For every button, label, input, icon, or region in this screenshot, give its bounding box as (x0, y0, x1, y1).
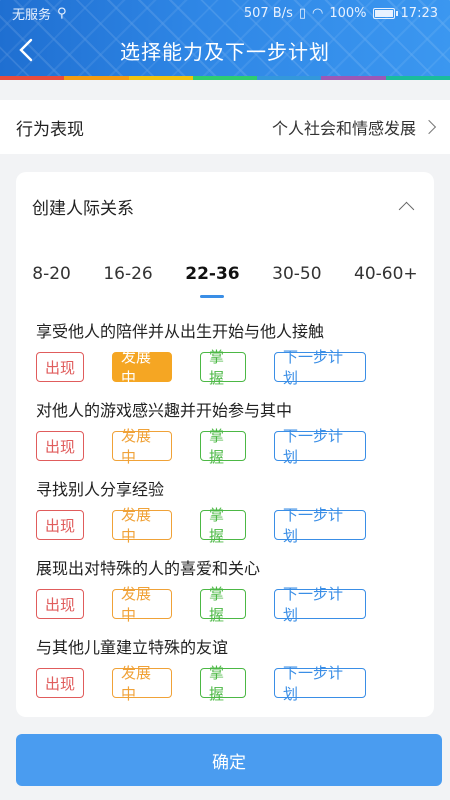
next-button[interactable]: 下一步计划 (274, 348, 366, 387)
battery-text: 100% (329, 5, 367, 21)
ability-text: 寻找别人分享经验 (36, 480, 165, 499)
card-title: 创建人际关系 (32, 199, 134, 219)
chevron-right-icon (421, 119, 437, 135)
developing-button[interactable]: 发展中 (112, 348, 172, 387)
status-button-row: 出现 发展中 掌握 下一步计划 (36, 506, 416, 545)
ability-text: 享受他人的陪伴并从出生开始与他人接触 (36, 322, 325, 341)
emerge-button[interactable]: 出现 (36, 352, 84, 382)
list-item: 与其他儿童建立特殊的友谊出现 发展中 掌握 下一步计划 (36, 638, 416, 717)
emerge-button[interactable]: 出现 (36, 668, 84, 698)
master-button[interactable]: 掌握 (200, 427, 246, 466)
confirm-button[interactable]: 确定 (16, 734, 442, 786)
ability-text: 与其他儿童建立特殊的友谊 (36, 638, 229, 657)
developing-button[interactable]: 发展中 (112, 427, 172, 466)
chevron-left-icon (19, 38, 33, 62)
master-button[interactable]: 掌握 (200, 585, 246, 624)
emerge-button[interactable]: 出现 (36, 431, 84, 461)
age-tabs: 8-20 16-26 22-36 30-50 40-60+ (16, 260, 434, 304)
card-header[interactable]: 创建人际关系 (32, 194, 418, 219)
status-button-row: 出现 发展中 掌握 下一步计划 (36, 585, 416, 624)
app-header: 无服务 ⚲ 507 B/s ▯ ◠ 100% 17:23 选择能力及下一步计划 (0, 0, 450, 80)
developing-button[interactable]: 发展中 (112, 585, 172, 624)
chevron-up-icon[interactable] (398, 201, 415, 218)
status-button-row: 出现 发展中 掌握 下一步计划 (36, 427, 416, 466)
ability-text: 展现出对特殊的人的喜爱和关心 (36, 559, 261, 578)
master-button[interactable]: 掌握 (200, 506, 246, 545)
emerge-button[interactable]: 出现 (36, 510, 84, 540)
status-button-row: 出现 发展中 掌握 下一步计划 (36, 664, 416, 703)
tab-age-4[interactable]: 40-60+ (348, 260, 424, 288)
master-button[interactable]: 掌握 (200, 664, 246, 703)
tab-age-2[interactable]: 22-36 (179, 260, 245, 288)
nav-bar: 选择能力及下一步计划 (0, 26, 450, 74)
ability-text: 对他人的游戏感兴趣并开始参与其中 (36, 401, 293, 420)
behavior-value: 个人社会和情感发展 (271, 119, 416, 138)
behavior-label: 行为表现 (16, 119, 84, 140)
next-button[interactable]: 下一步计划 (274, 664, 366, 703)
next-button[interactable]: 下一步计划 (274, 427, 366, 466)
header-rainbow-strip (0, 76, 450, 80)
status-button-row: 出现 发展中 掌握 下一步计划 (36, 348, 416, 387)
usb-icon: ⚲ (57, 5, 67, 21)
status-bar: 无服务 ⚲ 507 B/s ▯ ◠ 100% 17:23 (0, 0, 450, 26)
tab-age-0[interactable]: 8-20 (26, 260, 77, 288)
vibrate-icon: ▯ (298, 5, 307, 21)
list-item: 寻找别人分享经验出现 发展中 掌握 下一步计划 (36, 480, 416, 559)
tab-age-1[interactable]: 16-26 (97, 260, 158, 288)
developing-button[interactable]: 发展中 (112, 664, 172, 703)
emerge-button[interactable]: 出现 (36, 589, 84, 619)
wifi-icon: ◠ (312, 5, 324, 21)
behavior-selector[interactable]: 行为表现 个人社会和情感发展 (0, 100, 450, 154)
master-button[interactable]: 掌握 (200, 348, 246, 387)
page-title: 选择能力及下一步计划 (120, 39, 330, 64)
back-button[interactable] (10, 34, 42, 66)
ability-card: 创建人际关系 8-20 16-26 22-36 30-50 40-60+ 享受他人的陪伴… (16, 172, 434, 717)
clock: 17:23 (400, 5, 438, 21)
next-button[interactable]: 下一步计划 (274, 585, 366, 624)
battery-icon (372, 7, 398, 19)
tab-age-3[interactable]: 30-50 (266, 260, 327, 288)
ability-list: 享受他人的陪伴并从出生开始与他人接触 出现 发展中 掌握 下一步计划 对他人的游戏感兴趣并… (36, 322, 416, 717)
developing-button[interactable]: 发展中 (112, 506, 172, 545)
list-item: 享受他人的陪伴并从出生开始与他人接触出现 发展中 掌握 下一步计划 (36, 322, 416, 401)
next-button[interactable]: 下一步计划 (274, 506, 366, 545)
network-speed: 507 B/s (243, 5, 293, 21)
list-item: 展现出对特殊的人的喜爱和关心出现 发展中 掌握 下一步计划 (36, 559, 416, 638)
list-item: 对他人的游戏感兴趣并开始参与其中出现 发展中 掌握 下一步计划 (36, 401, 416, 480)
carrier-text: 无服务 (12, 7, 52, 23)
